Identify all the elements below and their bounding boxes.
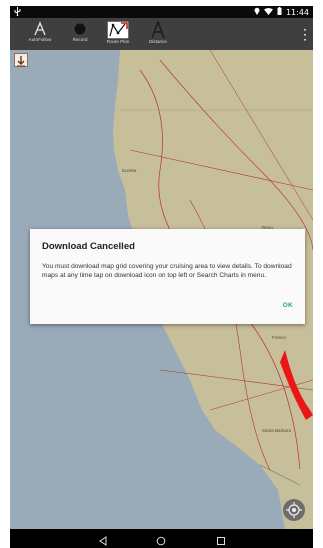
download-icon: [15, 54, 27, 71]
recents-icon[interactable]: [216, 533, 226, 548]
system-nav-bar: [10, 529, 313, 548]
download-cancelled-dialog: Download Cancelled You must download map…: [30, 229, 305, 324]
town-label: Santa Barbara: [262, 428, 292, 433]
download-charts-button[interactable]: [14, 53, 28, 67]
location-icon: [254, 7, 260, 17]
overflow-menu-icon[interactable]: ⋮: [298, 24, 312, 44]
clock-time: 11:44: [285, 7, 309, 17]
town-label: Fresno: [272, 335, 287, 340]
town-label: Eureka: [122, 168, 137, 173]
route-plan-icon: [98, 21, 138, 39]
back-icon[interactable]: [98, 533, 108, 548]
distance-label: Distance: [149, 39, 167, 44]
record-button[interactable]: Record: [60, 21, 100, 49]
distance-button[interactable]: Distance: [138, 21, 178, 49]
crosshair-icon: [283, 502, 305, 525]
route-plan-label: Route Plan: [106, 39, 130, 44]
autofollow-button[interactable]: AutoFollow: [20, 21, 60, 49]
wifi-icon: [263, 7, 273, 17]
autofollow-label: AutoFollow: [28, 37, 52, 42]
phone-screen: 11:44 AutoFollow Record Route Plan Dista…: [10, 6, 313, 548]
route-plan-button[interactable]: Route Plan: [98, 21, 138, 49]
dialog-title: Download Cancelled: [42, 241, 135, 252]
my-location-button[interactable]: [283, 499, 305, 521]
home-icon[interactable]: [156, 533, 166, 548]
compass-arrow-icon: [20, 21, 60, 37]
toolbar: AutoFollow Record Route Plan Distance ⋮: [10, 18, 313, 50]
ok-button[interactable]: OK: [283, 302, 293, 309]
record-label: Record: [72, 37, 88, 42]
record-dot-icon: [60, 21, 100, 37]
usb-icon: [14, 7, 21, 18]
dialog-message: You must download map grid covering your…: [42, 263, 292, 279]
battery-icon: [277, 7, 282, 17]
divider-compass-icon: [138, 21, 178, 39]
status-bar: 11:44: [10, 6, 313, 18]
